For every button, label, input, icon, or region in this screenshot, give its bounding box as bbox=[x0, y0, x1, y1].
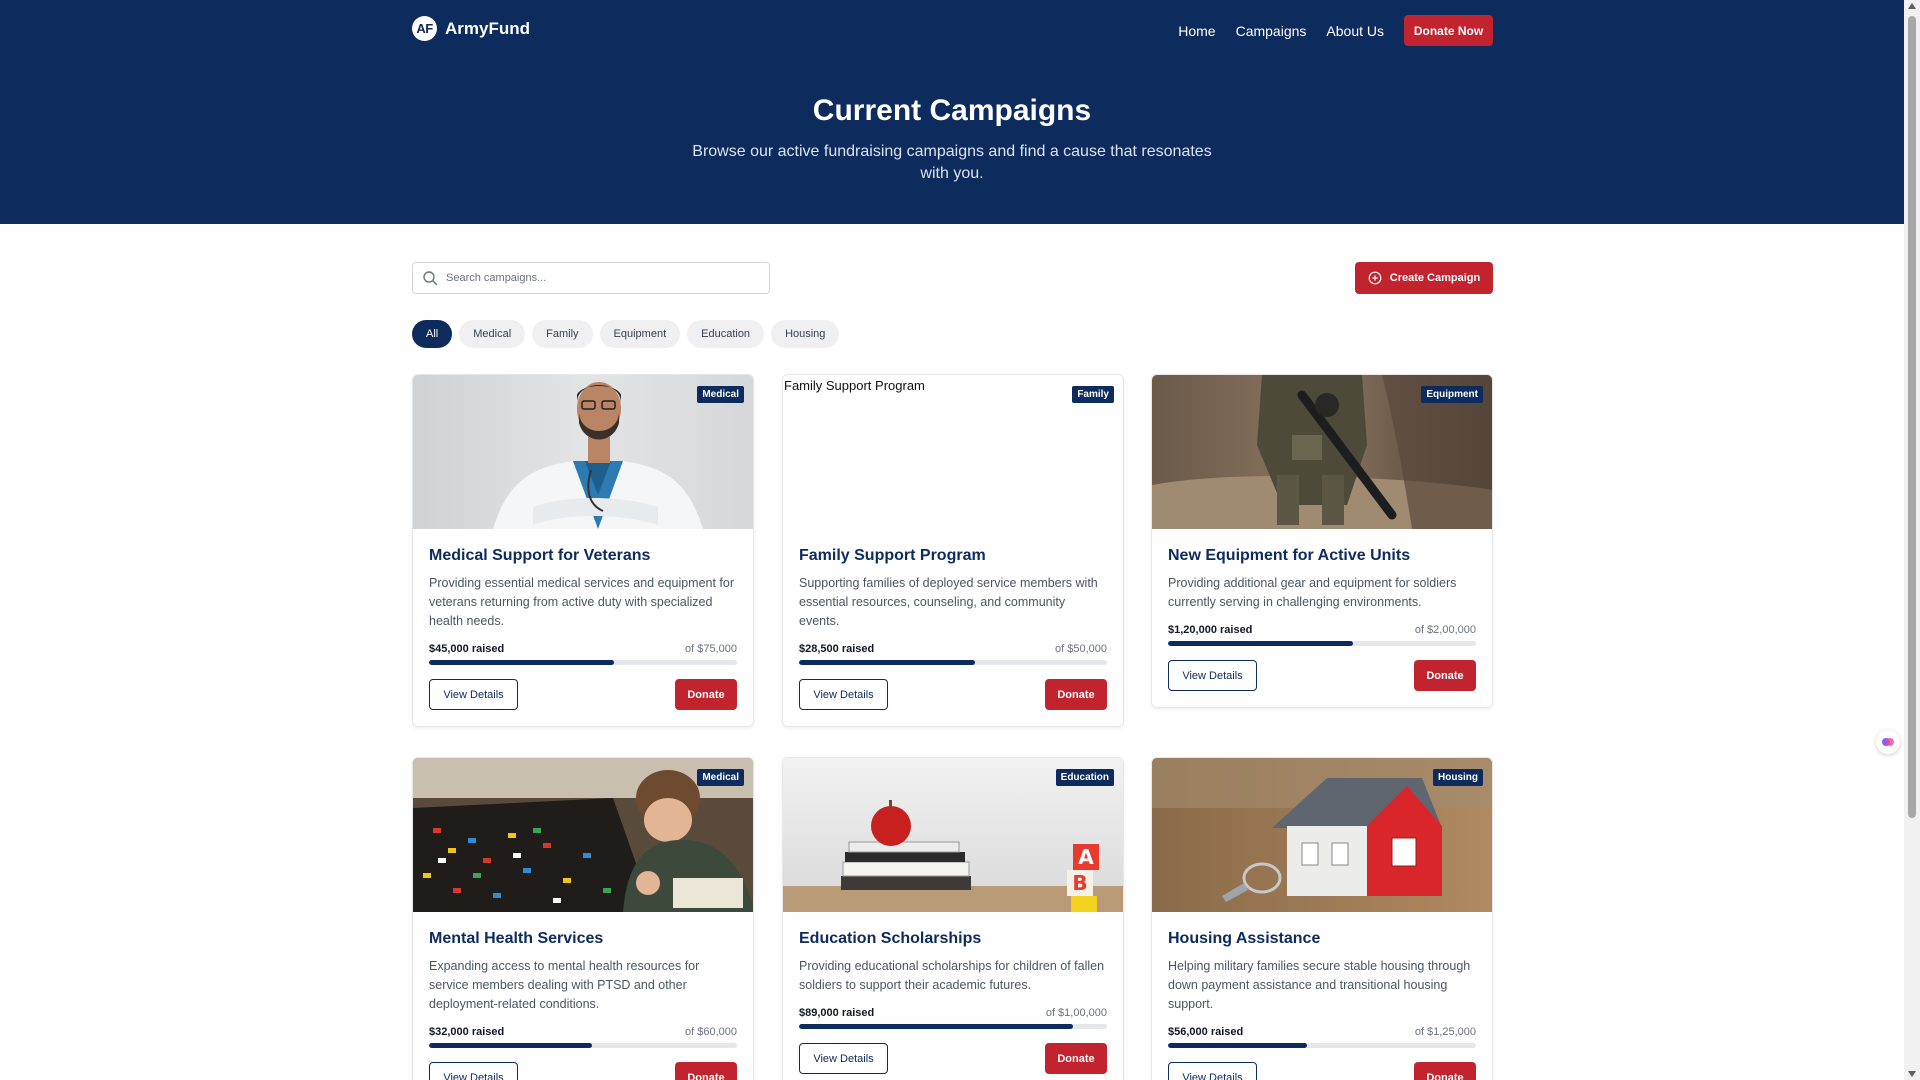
campaign-description: Providing additional gear and equipment … bbox=[1168, 576, 1457, 609]
progress-bar bbox=[429, 660, 737, 665]
campaign-description: Helping military families secure stable … bbox=[1168, 959, 1471, 1011]
campaign-card: Medical Mental Health Services Expanding… bbox=[412, 757, 754, 1080]
campaign-title[interactable]: Medical Support for Veterans bbox=[429, 547, 737, 565]
progress-fill bbox=[429, 1043, 593, 1048]
filter-housing[interactable]: Housing bbox=[771, 320, 840, 348]
progress-fill bbox=[1168, 641, 1353, 646]
campaign-description: Providing essential medical services and… bbox=[429, 576, 735, 628]
view-details-button[interactable]: View Details bbox=[1168, 1062, 1257, 1080]
donate-button[interactable]: Donate bbox=[1045, 1043, 1107, 1074]
nav-link-campaigns[interactable]: Campaigns bbox=[1236, 23, 1307, 39]
page-title: Current Campaigns bbox=[812, 94, 1092, 127]
filter-family[interactable]: Family bbox=[532, 320, 593, 348]
campaign-description: Providing educational scholarships for c… bbox=[799, 959, 1105, 992]
category-tag: Education bbox=[1055, 769, 1114, 786]
category-tag: Equipment bbox=[1421, 386, 1483, 403]
campaign-image-books: A B Education bbox=[783, 758, 1123, 912]
nav-link-about[interactable]: About Us bbox=[1326, 23, 1384, 39]
search-icon bbox=[423, 271, 438, 286]
view-details-button[interactable]: View Details bbox=[799, 1043, 888, 1074]
logo-text: ArmyFund bbox=[445, 18, 530, 38]
search-box[interactable] bbox=[412, 262, 770, 294]
campaign-description: Supporting families of deployed service … bbox=[799, 576, 1098, 628]
scroll-up-arrow-icon[interactable] bbox=[1908, 3, 1916, 9]
view-details-button[interactable]: View Details bbox=[429, 679, 518, 710]
campaign-card: A B Education Education Scholarships Pro… bbox=[782, 757, 1124, 1080]
campaign-title[interactable]: Housing Assistance bbox=[1168, 930, 1476, 948]
campaign-title[interactable]: Family Support Program bbox=[799, 547, 1107, 565]
nav-link-home[interactable]: Home bbox=[1178, 23, 1215, 39]
logo-badge: AF bbox=[412, 16, 437, 41]
campaign-title[interactable]: New Equipment for Active Units bbox=[1168, 547, 1476, 565]
campaign-image-lego: Medical bbox=[413, 758, 753, 912]
filter-education[interactable]: Education bbox=[687, 320, 765, 348]
campaign-title[interactable]: Education Scholarships bbox=[799, 930, 1107, 948]
plus-circle-icon bbox=[1368, 271, 1382, 285]
scrollbar[interactable] bbox=[1904, 0, 1920, 1080]
amount-raised: $28,500 raised bbox=[799, 643, 875, 655]
progress-bar bbox=[1168, 641, 1476, 646]
amount-raised: $56,000 raised bbox=[1168, 1026, 1244, 1038]
donate-button[interactable]: Donate bbox=[1045, 679, 1107, 710]
category-filters: All Medical Family Equipment Education H… bbox=[412, 320, 840, 348]
assistant-bubble-icon[interactable] bbox=[1876, 730, 1900, 754]
campaign-image-broken: Family Support Program Family bbox=[783, 375, 1123, 529]
amount-raised: $45,000 raised bbox=[429, 643, 505, 655]
category-tag: Housing bbox=[1433, 769, 1483, 786]
goal-amount: of $2,00,000 bbox=[1414, 624, 1476, 636]
progress-bar bbox=[1168, 1043, 1476, 1048]
category-tag: Medical bbox=[697, 386, 744, 403]
campaign-image-house: Housing bbox=[1152, 758, 1492, 912]
amount-raised: $89,000 raised bbox=[799, 1007, 875, 1019]
progress-fill bbox=[429, 660, 614, 665]
create-campaign-button[interactable]: Create Campaign bbox=[1355, 262, 1493, 294]
amount-raised: $32,000 raised bbox=[429, 1026, 505, 1038]
campaign-image-soldier: Equipment bbox=[1152, 375, 1492, 529]
goal-amount: of $1,25,000 bbox=[1414, 1026, 1476, 1038]
view-details-button[interactable]: View Details bbox=[799, 679, 888, 710]
image-alt-text: Family Support Program bbox=[784, 378, 925, 393]
create-campaign-label: Create Campaign bbox=[1389, 272, 1481, 284]
campaign-image-doctor: Medical bbox=[413, 375, 753, 529]
scroll-thumb[interactable] bbox=[1908, 16, 1916, 818]
campaign-card: Medical Medical Support for Veterans Pro… bbox=[412, 374, 754, 727]
view-details-button[interactable]: View Details bbox=[429, 1062, 518, 1080]
progress-fill bbox=[799, 660, 975, 665]
top-nav: AF ArmyFund Home Campaigns About Us Dona… bbox=[412, 15, 1493, 46]
campaign-card: Housing Housing Assistance Helping milit… bbox=[1151, 757, 1493, 1080]
view-details-button[interactable]: View Details bbox=[1168, 660, 1257, 691]
progress-bar bbox=[429, 1043, 737, 1048]
donate-button[interactable]: Donate bbox=[675, 1062, 737, 1080]
logo[interactable]: AF ArmyFund bbox=[412, 16, 530, 41]
filter-medical[interactable]: Medical bbox=[459, 320, 526, 348]
donate-now-button[interactable]: Donate Now bbox=[1404, 15, 1493, 46]
search-input[interactable] bbox=[446, 272, 746, 284]
category-tag: Family bbox=[1072, 386, 1114, 403]
hero-header: AF ArmyFund Home Campaigns About Us Dona… bbox=[0, 0, 1904, 224]
svg-text:A: A bbox=[1078, 845, 1094, 869]
campaign-title[interactable]: Mental Health Services bbox=[429, 930, 737, 948]
progress-bar bbox=[799, 1024, 1107, 1029]
page-subtitle: Browse our active fundraising campaigns … bbox=[692, 143, 1212, 182]
progress-fill bbox=[799, 1024, 1074, 1029]
filter-all[interactable]: All bbox=[412, 320, 453, 348]
progress-bar bbox=[799, 660, 1107, 665]
campaign-card: Equipment New Equipment for Active Units… bbox=[1151, 374, 1493, 708]
amount-raised: $1,20,000 raised bbox=[1168, 624, 1253, 636]
filter-equipment[interactable]: Equipment bbox=[599, 320, 681, 348]
donate-button[interactable]: Donate bbox=[1414, 660, 1476, 691]
goal-amount: of $1,00,000 bbox=[1045, 1007, 1107, 1019]
scroll-down-arrow-icon[interactable] bbox=[1908, 1071, 1916, 1077]
category-tag: Medical bbox=[697, 769, 744, 786]
progress-fill bbox=[1168, 1043, 1307, 1048]
goal-amount: of $60,000 bbox=[685, 1026, 737, 1038]
donate-button[interactable]: Donate bbox=[1414, 1062, 1476, 1080]
campaign-card: Family Support Program Family Family Sup… bbox=[782, 374, 1124, 727]
donate-button[interactable]: Donate bbox=[675, 679, 737, 710]
nav-links: Home Campaigns About Us Donate Now bbox=[1178, 15, 1493, 46]
goal-amount: of $50,000 bbox=[1055, 643, 1107, 655]
goal-amount: of $75,000 bbox=[685, 643, 737, 655]
campaign-description: Expanding access to mental health resour… bbox=[429, 959, 700, 1011]
svg-text:B: B bbox=[1072, 871, 1087, 895]
